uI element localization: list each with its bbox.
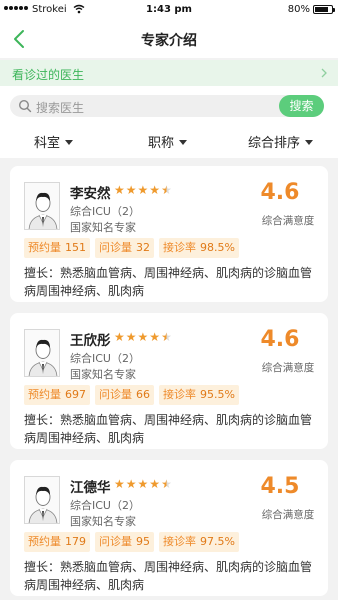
stat-value: 179 bbox=[65, 535, 86, 548]
doctor-avatar bbox=[24, 476, 60, 524]
stat-badge: 接诊率 98.5% bbox=[159, 238, 239, 258]
star-icon: ★ bbox=[125, 330, 137, 344]
stat-value: 95 bbox=[136, 535, 150, 548]
stat-label: 接诊率 bbox=[163, 241, 196, 254]
doctor-expertise: 擅长：熟悉脑血管病、周围神经病、肌肉病的诊脑血管病周围神经病、肌肉病 bbox=[24, 266, 313, 298]
doctor-title: 国家知名专家 bbox=[70, 221, 136, 234]
stat-value: 697 bbox=[65, 388, 86, 401]
star-icon: ★ bbox=[137, 330, 149, 344]
stat-badge: 问诊量 95 bbox=[95, 532, 154, 552]
doctor-avatar bbox=[24, 182, 60, 230]
star-icon: ★ bbox=[161, 477, 172, 491]
battery-icon bbox=[313, 5, 335, 14]
doctor-stats: 预约量 151 问诊量 32 接诊率 98.5% bbox=[24, 238, 239, 258]
stat-badge: 预约量 697 bbox=[24, 385, 90, 405]
doctor-expertise: 擅长：熟悉脑血管病、周围神经病、肌肉病的诊脑血管病周围神经病、肌肉病 bbox=[24, 560, 313, 592]
doctor-name: 王欣彤 bbox=[70, 333, 111, 349]
stat-value: 32 bbox=[136, 241, 150, 254]
star-icon: ★ bbox=[149, 330, 161, 344]
stat-value: 98.5% bbox=[200, 241, 235, 254]
stat-badge: 预约量 151 bbox=[24, 238, 90, 258]
doctor-department: 综合ICU（2） bbox=[70, 205, 140, 218]
chevron-right-icon bbox=[321, 68, 327, 78]
stat-value: 95.5% bbox=[200, 388, 235, 401]
battery-percent: 80% bbox=[287, 4, 310, 15]
filter-sort-label: 综合排序 bbox=[248, 136, 301, 151]
caret-down-icon bbox=[179, 140, 188, 145]
star-icon: ★ bbox=[125, 183, 137, 197]
satisfaction-score: 4.6 bbox=[260, 327, 300, 352]
star-icon: ★ bbox=[114, 183, 125, 197]
star-icon: ★ bbox=[125, 477, 137, 491]
rating-stars: ★ ★ ★ ★ ★ bbox=[114, 331, 172, 343]
doctor-title: 国家知名专家 bbox=[70, 368, 136, 381]
caret-down-icon bbox=[65, 140, 74, 145]
rating-stars: ★ ★ ★ ★ ★ bbox=[114, 184, 172, 196]
satisfaction-label: 综合满意度 bbox=[261, 509, 315, 521]
doctor-name: 江德华 bbox=[70, 480, 111, 496]
stat-badge: 预约量 179 bbox=[24, 532, 90, 552]
satisfaction-score: 4.6 bbox=[260, 180, 300, 205]
star-icon: ★ bbox=[161, 183, 172, 197]
stat-label: 预约量 bbox=[28, 388, 61, 401]
filter-title[interactable]: 职称 bbox=[148, 132, 188, 151]
rating-stars: ★ ★ ★ ★ ★ bbox=[114, 478, 172, 490]
stat-badge: 问诊量 32 bbox=[95, 238, 154, 258]
satisfaction-score: 4.5 bbox=[260, 474, 300, 499]
nav-bar: 专家介绍 bbox=[0, 20, 338, 58]
stat-badge: 问诊量 66 bbox=[95, 385, 154, 405]
doctor-avatar bbox=[24, 329, 60, 377]
search-input[interactable]: 搜索医生 搜索 bbox=[10, 95, 324, 117]
search-placeholder: 搜索医生 bbox=[36, 101, 85, 115]
stat-label: 预约量 bbox=[28, 241, 61, 254]
star-icon: ★ bbox=[137, 477, 149, 491]
satisfaction-label: 综合满意度 bbox=[261, 215, 315, 227]
filter-title-label: 职称 bbox=[148, 136, 175, 151]
stat-label: 问诊量 bbox=[99, 535, 132, 548]
visited-doctors-link[interactable]: 看诊过的医生 bbox=[0, 60, 338, 86]
doctor-expertise: 擅长：熟悉脑血管病、周围神经病、肌肉病的诊脑血管病周围神经病、肌肉病 bbox=[24, 413, 313, 445]
stat-badge: 接诊率 97.5% bbox=[159, 532, 239, 552]
doctor-stats: 预约量 179 问诊量 95 接诊率 97.5% bbox=[24, 532, 239, 552]
star-icon: ★ bbox=[114, 477, 125, 491]
stat-value: 66 bbox=[136, 388, 150, 401]
stat-value: 97.5% bbox=[200, 535, 235, 548]
filter-bar: 科室 职称 综合排序 bbox=[0, 124, 338, 158]
doctor-title: 国家知名专家 bbox=[70, 515, 136, 528]
stat-value: 151 bbox=[65, 241, 86, 254]
doctor-department: 综合ICU（2） bbox=[70, 499, 140, 512]
star-icon: ★ bbox=[149, 477, 161, 491]
search-button[interactable]: 搜索 bbox=[279, 95, 324, 117]
doctor-card[interactable]: 李安然 ★ ★ ★ ★ ★ 综合ICU（2） 国家知名专家 4.6 综合满意度 预约量 1… bbox=[10, 166, 328, 302]
doctor-department: 综合ICU（2） bbox=[70, 352, 140, 365]
filter-department[interactable]: 科室 bbox=[34, 132, 74, 151]
doctor-card[interactable]: 江德华 ★ ★ ★ ★ ★ 综合ICU（2） 国家知名专家 4.5 综合满意度 预约量 1… bbox=[10, 460, 328, 596]
doctor-stats: 预约量 697 问诊量 66 接诊率 95.5% bbox=[24, 385, 239, 405]
stat-label: 接诊率 bbox=[163, 388, 196, 401]
star-icon: ★ bbox=[137, 183, 149, 197]
search-row: 搜索医生 搜索 bbox=[0, 86, 338, 124]
caret-down-icon bbox=[305, 140, 314, 145]
stat-label: 问诊量 bbox=[99, 241, 132, 254]
stat-badge: 接诊率 95.5% bbox=[159, 385, 239, 405]
star-icon: ★ bbox=[114, 330, 125, 344]
search-icon bbox=[18, 99, 32, 113]
status-bar: Strokei 1:43 pm 80% bbox=[0, 0, 338, 20]
filter-department-label: 科室 bbox=[34, 136, 61, 151]
stat-label: 问诊量 bbox=[99, 388, 132, 401]
visited-doctors-label: 看诊过的医生 bbox=[12, 68, 85, 82]
stat-label: 预约量 bbox=[28, 535, 61, 548]
doctor-card[interactable]: 王欣彤 ★ ★ ★ ★ ★ 综合ICU（2） 国家知名专家 4.6 综合满意度 预约量 6… bbox=[10, 313, 328, 449]
doctor-name: 李安然 bbox=[70, 186, 111, 202]
filter-sort[interactable]: 综合排序 bbox=[248, 132, 314, 151]
star-icon: ★ bbox=[161, 330, 172, 344]
satisfaction-label: 综合满意度 bbox=[261, 362, 315, 374]
star-icon: ★ bbox=[149, 183, 161, 197]
page-title: 专家介绍 bbox=[141, 33, 197, 49]
stat-label: 接诊率 bbox=[163, 535, 196, 548]
